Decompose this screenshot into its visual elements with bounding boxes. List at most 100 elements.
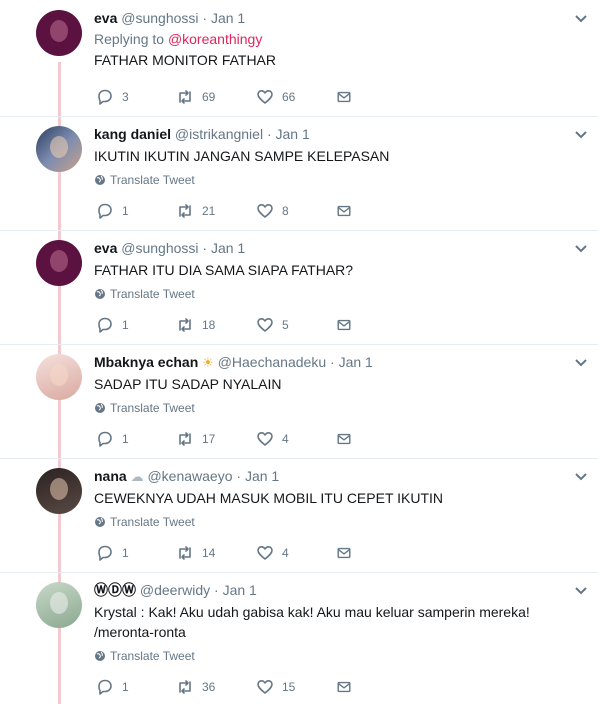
mail-icon <box>337 319 351 331</box>
retweet-button[interactable]: 14 <box>176 544 256 562</box>
retweet-button[interactable]: 18 <box>176 316 256 334</box>
chevron-down-icon[interactable] <box>574 586 588 596</box>
chevron-down-icon[interactable] <box>574 358 588 368</box>
reply-count: 1 <box>122 546 129 560</box>
chevron-down-icon[interactable] <box>574 472 588 482</box>
timestamp[interactable]: Jan 1 <box>245 468 279 484</box>
timestamp[interactable]: Jan 1 <box>223 582 257 598</box>
tweet[interactable]: ⓌⒹⓌ @deerwidy · Jan 1 Krystal : Kak! Aku… <box>0 572 598 704</box>
reply-button[interactable]: 1 <box>96 430 176 448</box>
like-button[interactable]: 15 <box>256 678 336 696</box>
user-handle[interactable]: @istrikangniel <box>175 126 263 142</box>
separator-dot: · <box>202 240 208 256</box>
avatar[interactable] <box>36 240 82 286</box>
reply-to-link[interactable]: @koreanthingy <box>168 31 262 47</box>
retweet-icon <box>179 204 191 218</box>
like-button[interactable]: 4 <box>256 544 336 562</box>
mail-icon <box>337 681 351 693</box>
translate-label: Translate Tweet <box>110 401 195 415</box>
user-name[interactable]: eva <box>94 240 117 256</box>
user-name[interactable]: nana <box>94 468 127 484</box>
user-handle[interactable]: @Haechanadeku <box>218 354 326 370</box>
translate-label: Translate Tweet <box>110 287 195 301</box>
heart-icon <box>257 432 273 446</box>
like-button[interactable]: 4 <box>256 430 336 448</box>
heart-icon <box>257 90 273 104</box>
tweet-text: IKUTIN IKUTIN JANGAN SAMPE KELEPASAN <box>94 148 390 164</box>
direct-message-button[interactable] <box>336 202 360 220</box>
translate-tweet-link[interactable]: Translate Tweet <box>94 515 584 529</box>
reply-button[interactable]: 1 <box>96 316 176 334</box>
chevron-down-icon[interactable] <box>574 130 588 140</box>
translate-label: Translate Tweet <box>110 649 195 663</box>
avatar[interactable] <box>36 126 82 172</box>
reply-icon <box>98 203 112 219</box>
heart-icon <box>257 204 273 218</box>
globe-icon <box>95 651 105 661</box>
retweet-button[interactable]: 17 <box>176 430 256 448</box>
translate-label: Translate Tweet <box>110 515 195 529</box>
timestamp[interactable]: Jan 1 <box>276 126 310 142</box>
chevron-down-icon[interactable] <box>574 14 588 24</box>
user-name[interactable]: ⓌⒹⓌ <box>94 582 136 598</box>
avatar[interactable] <box>36 354 82 400</box>
avatar[interactable] <box>36 582 82 628</box>
separator-dot: · <box>330 354 335 370</box>
retweet-icon <box>179 680 191 694</box>
translate-tweet-link[interactable]: Translate Tweet <box>94 401 584 415</box>
reply-button[interactable]: 1 <box>96 202 176 220</box>
retweet-icon <box>179 90 191 104</box>
tweet-text: FATHAR MONITOR FATHAR <box>94 52 277 68</box>
direct-message-button[interactable] <box>336 544 360 562</box>
globe-icon <box>95 403 105 413</box>
direct-message-button[interactable] <box>336 88 360 106</box>
user-name[interactable]: Mbaknya echan <box>94 354 198 370</box>
user-handle[interactable]: @deerwidy <box>140 582 210 598</box>
reply-count: 1 <box>122 318 129 332</box>
timestamp[interactable]: Jan 1 <box>211 10 245 26</box>
direct-message-button[interactable] <box>336 678 360 696</box>
reply-icon <box>98 431 112 447</box>
reply-button[interactable]: 1 <box>96 544 176 562</box>
user-handle[interactable]: @kenawaeyo <box>147 468 232 484</box>
tweet[interactable]: Mbaknya echan ☀ @Haechanadeku · Jan 1 SA… <box>0 344 598 458</box>
chevron-down-icon[interactable] <box>574 244 588 254</box>
translate-tweet-link[interactable]: Translate Tweet <box>94 173 584 187</box>
translate-tweet-link[interactable]: Translate Tweet <box>94 287 584 301</box>
like-count: 5 <box>282 318 289 332</box>
retweet-button[interactable]: 69 <box>176 88 256 106</box>
avatar[interactable] <box>36 468 82 514</box>
retweet-icon <box>179 318 191 332</box>
translate-tweet-link[interactable]: Translate Tweet <box>94 649 584 663</box>
like-button[interactable]: 8 <box>256 202 336 220</box>
like-button[interactable]: 66 <box>256 88 336 106</box>
avatar[interactable] <box>36 10 82 56</box>
retweet-icon <box>179 546 191 560</box>
user-name[interactable]: eva <box>94 10 117 26</box>
globe-icon <box>95 289 105 299</box>
retweet-count: 18 <box>202 318 216 332</box>
like-count: 4 <box>282 432 289 446</box>
direct-message-button[interactable] <box>336 430 360 448</box>
reply-button[interactable]: 3 <box>96 88 176 106</box>
like-count: 66 <box>282 90 296 104</box>
reply-button[interactable]: 1 <box>96 678 176 696</box>
user-handle[interactable]: @sunghossi <box>121 10 198 26</box>
tweet[interactable]: nana ☁ @kenawaeyo · Jan 1 CEWEKNYA UDAH … <box>0 458 598 572</box>
tweet[interactable]: eva @sunghossi · Jan 1 Replying to @kore… <box>0 0 598 116</box>
like-count: 8 <box>282 204 289 218</box>
tweet[interactable]: kang daniel @istrikangniel · Jan 1 IKUTI… <box>0 116 598 230</box>
direct-message-button[interactable] <box>336 316 360 334</box>
heart-icon <box>257 546 273 560</box>
retweet-button[interactable]: 36 <box>176 678 256 696</box>
timestamp[interactable]: Jan 1 <box>211 240 245 256</box>
heart-icon <box>257 680 273 694</box>
retweet-button[interactable]: 21 <box>176 202 256 220</box>
tweet-text: FATHAR ITU DIA SAMA SIAPA FATHAR? <box>94 262 354 278</box>
user-name[interactable]: kang daniel <box>94 126 171 142</box>
cloud-emoji-icon: ☁ <box>130 469 144 484</box>
tweet[interactable]: eva @sunghossi · Jan 1 FATHAR ITU DIA SA… <box>0 230 598 344</box>
like-button[interactable]: 5 <box>256 316 336 334</box>
timestamp[interactable]: Jan 1 <box>339 354 373 370</box>
user-handle[interactable]: @sunghossi <box>121 240 198 256</box>
